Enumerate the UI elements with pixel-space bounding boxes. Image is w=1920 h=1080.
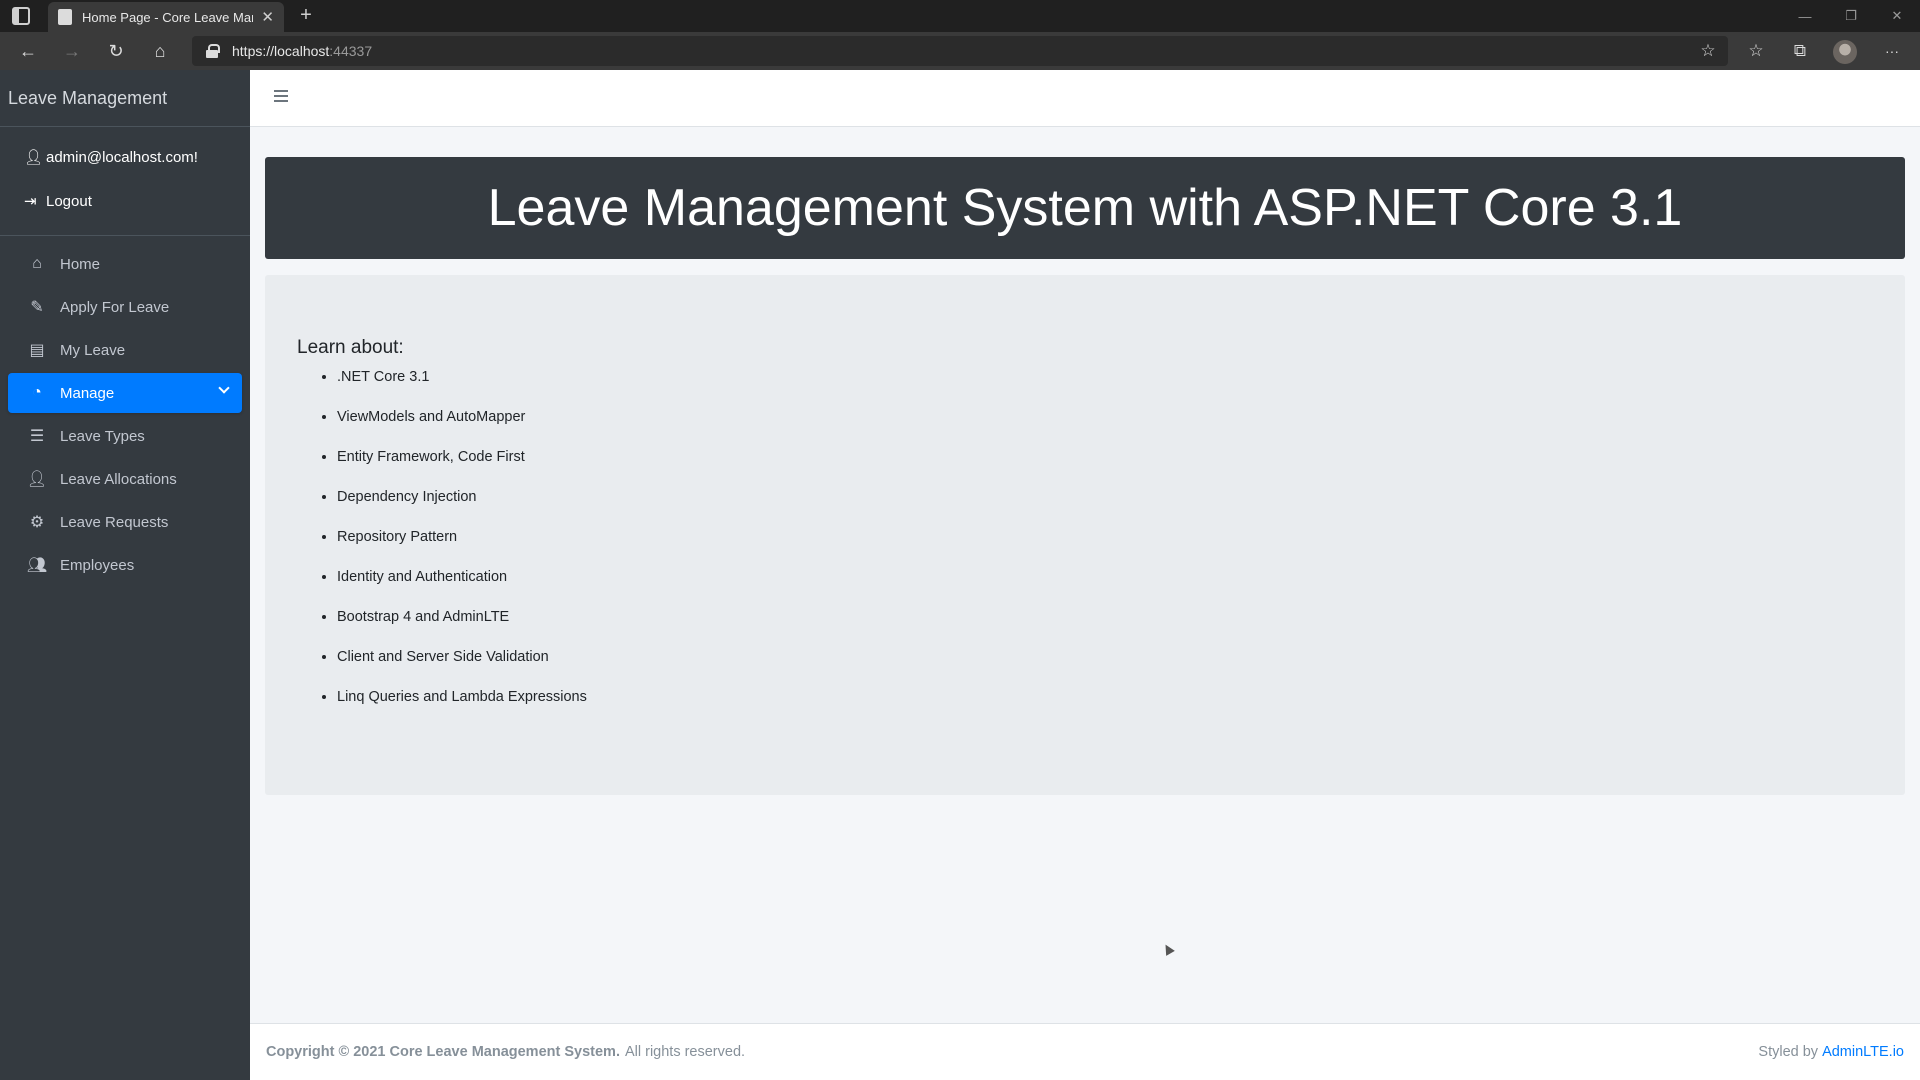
list-item: .NET Core 3.1 bbox=[337, 369, 1873, 409]
restore-button[interactable]: ❐ bbox=[1828, 0, 1874, 32]
cogs-icon: ⚙ bbox=[29, 514, 45, 531]
tab-actions-icon[interactable] bbox=[12, 7, 30, 25]
chevron-down-icon bbox=[218, 382, 230, 394]
main-sidebar: Leave Management 👤︎ admin@localhost.com!… bbox=[0, 70, 250, 1080]
learn-heading: Learn about: bbox=[297, 337, 404, 358]
book-icon: ▤ bbox=[29, 342, 45, 359]
users-icon: 👥︎ bbox=[26, 557, 48, 574]
list-item: Identity and Authentication bbox=[337, 569, 1873, 609]
favorites-icon[interactable]: ☆ bbox=[1740, 36, 1772, 66]
more-options-icon[interactable]: ··· bbox=[1876, 36, 1908, 66]
sidebar-item-label: Employees bbox=[60, 556, 135, 574]
collections-icon[interactable]: ⧉ bbox=[1784, 36, 1816, 66]
lock-icon[interactable] bbox=[206, 44, 220, 58]
sidebar-item-label: My Leave bbox=[60, 341, 126, 359]
styled-by-text: Styled by bbox=[1758, 1044, 1819, 1060]
logout-link[interactable]: ⇥ Logout bbox=[0, 179, 250, 223]
sidebar-item-label: Leave Allocations bbox=[60, 470, 177, 488]
learn-about-card: Learn about: .NET Core 3.1 ViewModels an… bbox=[265, 275, 1905, 795]
tab-close-icon[interactable]: ✕ bbox=[261, 8, 274, 26]
tab-title: Home Page - Core Leave Manag bbox=[82, 9, 253, 25]
url-host: https://localhost bbox=[232, 43, 330, 59]
logout-label: Logout bbox=[46, 192, 92, 210]
list-item: Entity Framework, Code First bbox=[337, 449, 1873, 489]
profile-avatar[interactable] bbox=[1833, 40, 1857, 64]
list-item: Linq Queries and Lambda Expressions bbox=[337, 689, 1873, 729]
add-favorite-icon[interactable]: ☆ bbox=[1692, 36, 1724, 66]
main-footer: Copyright © 2021 Core Leave Management S… bbox=[250, 1023, 1920, 1080]
user-panel: 👤︎ admin@localhost.com! ⇥ Logout bbox=[0, 127, 250, 236]
sidebar-item-label: Manage bbox=[60, 384, 115, 402]
list-item: ViewModels and AutoMapper bbox=[337, 409, 1873, 449]
address-bar[interactable]: https://localhost:44337 bbox=[192, 36, 1728, 66]
close-window-button[interactable]: ✕ bbox=[1874, 0, 1920, 32]
back-button[interactable]: ← bbox=[12, 36, 44, 66]
list-item: Repository Pattern bbox=[337, 529, 1873, 569]
sidebar-item-label: Home bbox=[60, 255, 101, 273]
list-item: Dependency Injection bbox=[337, 489, 1873, 529]
pencil-icon: ✎ bbox=[30, 299, 44, 316]
sidebar-item-home[interactable]: ⌂ Home bbox=[8, 244, 242, 284]
sidebar-item-apply-for-leave[interactable]: ✎ Apply For Leave bbox=[8, 287, 242, 327]
user-icon: 👤︎ bbox=[24, 149, 44, 166]
main-header bbox=[250, 70, 1920, 127]
page-title: Leave Management System with ASP.NET Cor… bbox=[487, 179, 1683, 237]
rights-text: All rights reserved. bbox=[624, 1044, 746, 1060]
mouse-cursor-icon bbox=[1161, 942, 1175, 956]
sidebar-item-leave-requests[interactable]: ⚙ Leave Requests bbox=[8, 502, 242, 542]
sidebar-item-employees[interactable]: 👥︎ Employees bbox=[8, 545, 242, 585]
tachometer-icon: ◔ bbox=[32, 384, 42, 401]
sign-out-icon: ⇥ bbox=[24, 193, 37, 210]
home-icon: ⌂ bbox=[32, 255, 42, 272]
user-plus-icon: 👤︎ bbox=[26, 471, 48, 488]
sidebar-item-leave-allocations[interactable]: 👤︎ Leave Allocations bbox=[8, 459, 242, 499]
list-icon: ☰ bbox=[29, 428, 45, 445]
adminlte-link[interactable]: AdminLTE.io bbox=[1822, 1044, 1904, 1060]
list-item: Bootstrap 4 and AdminLTE bbox=[337, 609, 1873, 649]
browser-tab[interactable]: Home Page - Core Leave Manag ✕ bbox=[48, 2, 284, 32]
page-favicon-icon bbox=[58, 9, 72, 25]
user-email: admin@localhost.com! bbox=[46, 148, 198, 166]
topics-list: .NET Core 3.1 ViewModels and AutoMapper … bbox=[297, 369, 1873, 729]
user-email-link[interactable]: 👤︎ admin@localhost.com! bbox=[0, 135, 250, 179]
minimize-button[interactable]: — bbox=[1782, 0, 1828, 32]
sidebar-item-label: Leave Types bbox=[60, 427, 145, 445]
copyright-text: Copyright © 2021 Core Leave Management S… bbox=[266, 1044, 620, 1060]
forward-button[interactable]: → bbox=[56, 36, 88, 66]
sidebar-item-my-leave[interactable]: ▤ My Leave bbox=[8, 330, 242, 370]
reload-button[interactable]: ↻ bbox=[100, 36, 132, 66]
sidebar-item-label: Leave Requests bbox=[60, 513, 169, 531]
url-port: :44337 bbox=[329, 43, 373, 59]
home-button[interactable]: ⌂ bbox=[144, 36, 176, 66]
sidebar-item-label: Apply For Leave bbox=[60, 298, 170, 316]
sidebar-nav: ⌂ Home ✎ Apply For Leave ▤ My Leave ◔ Ma… bbox=[0, 236, 250, 596]
title-banner: Leave Management System with ASP.NET Cor… bbox=[265, 157, 1905, 259]
browser-tab-bar: Home Page - Core Leave Manag ✕ + — ❐ ✕ bbox=[0, 0, 1920, 32]
sidebar-item-leave-types[interactable]: ☰ Leave Types bbox=[8, 416, 242, 456]
sidebar-item-manage[interactable]: ◔ Manage bbox=[8, 373, 242, 413]
brand-link[interactable]: Leave Management bbox=[0, 70, 250, 127]
browser-toolbar: ← → ↻ ⌂ https://localhost:44337 ☆ ☆ ⧉ ··… bbox=[0, 32, 1920, 70]
new-tab-button[interactable]: + bbox=[294, 4, 318, 28]
menu-toggle-icon[interactable] bbox=[274, 90, 288, 102]
list-item: Client and Server Side Validation bbox=[337, 649, 1873, 689]
